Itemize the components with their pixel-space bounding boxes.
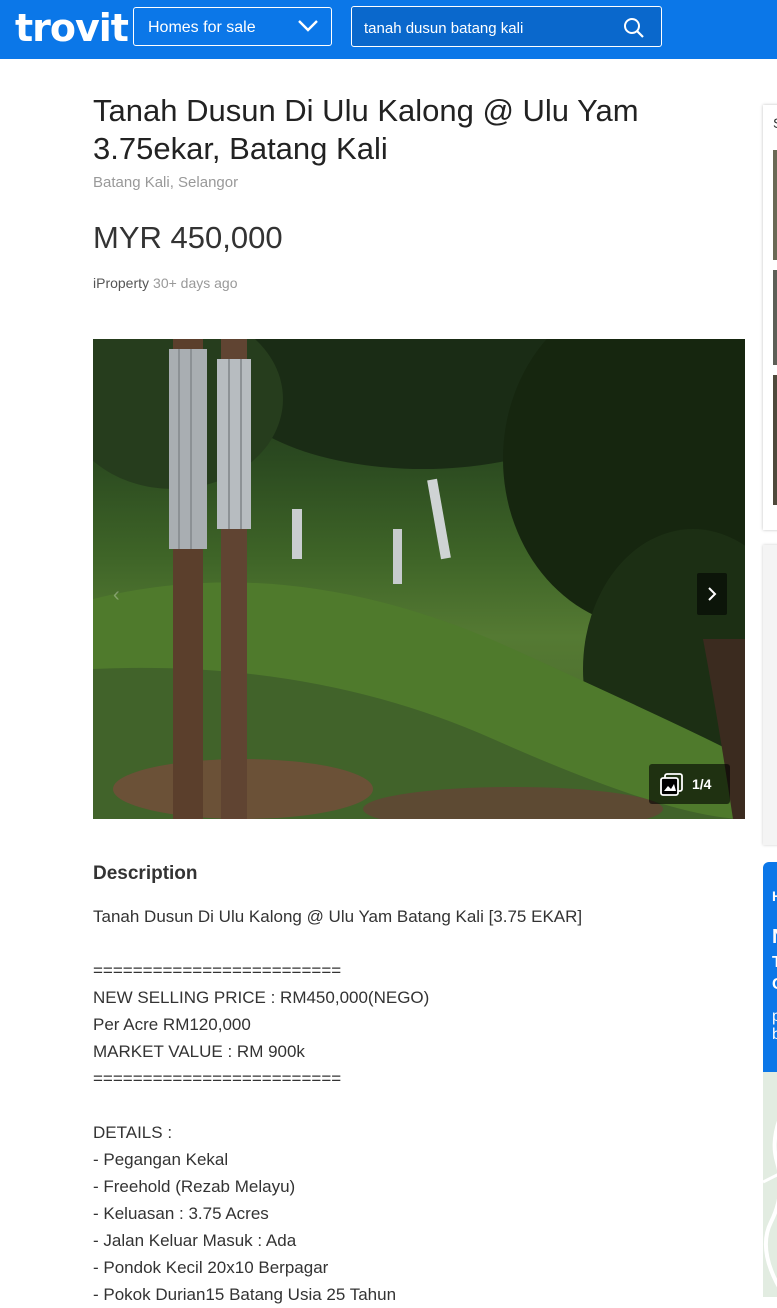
description-line: NEW SELLING PRICE : RM450,000(NEGO) xyxy=(93,988,430,1007)
listing-source: iProperty xyxy=(93,275,150,291)
description-line xyxy=(93,930,733,957)
promo-text: C xyxy=(772,976,777,994)
promo-text: p xyxy=(772,1008,777,1025)
trovit-logo[interactable]: trovit xyxy=(15,6,129,50)
description-line: - Pondok Kecil 20x10 Berpagar xyxy=(93,1258,329,1277)
listing-source-line: iProperty 30+ days ago xyxy=(93,275,238,291)
description-line: - Pegangan Kekal xyxy=(93,1150,229,1169)
listing-title: Tanah Dusun Di Ulu Kalong @ Ulu Yam 3.75… xyxy=(93,93,639,166)
promo-text: T xyxy=(772,954,777,971)
photo-counter-text: 1/4 xyxy=(692,776,712,792)
similar-listing-thumb[interactable] xyxy=(773,150,777,260)
chevron-left-icon[interactable]: ‹ xyxy=(113,584,120,607)
category-select[interactable]: Homes for sale xyxy=(133,7,332,46)
description-line: DETAILS : xyxy=(93,1123,173,1142)
description-line: Tanah Dusun Di Ulu Kalong @ Ulu Yam Bata… xyxy=(93,907,583,926)
description-line: ========================= xyxy=(93,1069,342,1088)
similar-listing-thumb[interactable] xyxy=(773,270,777,365)
next-photo-button[interactable] xyxy=(697,573,727,615)
description-line: - Jalan Keluar Masuk : Ada xyxy=(93,1231,297,1250)
similar-listings-label: S xyxy=(773,115,777,131)
description-line xyxy=(93,1092,733,1119)
search-input[interactable] xyxy=(362,17,616,39)
description-body: Tanah Dusun Di Ulu Kalong @ Ulu Yam Bata… xyxy=(93,903,733,1308)
photo-counter[interactable]: 1/4 xyxy=(649,764,730,804)
similar-listing-thumb[interactable] xyxy=(773,375,777,505)
listing-location: Batang Kali, Selangor xyxy=(93,174,239,191)
description-line: - Pokok Durian15 Batang Usia 25 Tahun xyxy=(93,1285,397,1304)
top-bar: trovit Homes for sale xyxy=(0,0,777,59)
promo-text: b xyxy=(772,1026,777,1043)
description-heading: Description xyxy=(93,863,198,884)
search-box[interactable] xyxy=(351,6,662,47)
listing-age: 30+ days ago xyxy=(153,275,238,291)
description-line: Per Acre RM120,000 xyxy=(93,1015,251,1034)
listing-price: MYR 450,000 xyxy=(93,220,283,255)
category-select-label: Homes for sale xyxy=(148,19,256,36)
photo-gallery[interactable]: ‹ 1/4 xyxy=(93,339,745,819)
side-ad-card xyxy=(763,545,777,845)
description-line: - Freehold (Rezab Melayu) xyxy=(93,1177,296,1196)
promo-banner[interactable]: H N T C p b xyxy=(763,862,777,1072)
promo-text: N xyxy=(772,926,777,949)
listing-photo xyxy=(93,339,745,819)
chevron-right-icon xyxy=(708,587,717,601)
map-preview[interactable] xyxy=(762,1072,777,1297)
similar-listings-card[interactable]: S xyxy=(763,105,777,530)
promo-text: H xyxy=(772,888,777,904)
chevron-down-icon xyxy=(297,18,319,39)
map-roads xyxy=(762,1120,777,1288)
description-line: ========================= xyxy=(93,961,342,980)
description-line: - Keluasan : 3.75 Acres xyxy=(93,1204,269,1223)
description-line: MARKET VALUE : RM 900k xyxy=(93,1042,305,1061)
search-icon[interactable] xyxy=(623,17,645,44)
